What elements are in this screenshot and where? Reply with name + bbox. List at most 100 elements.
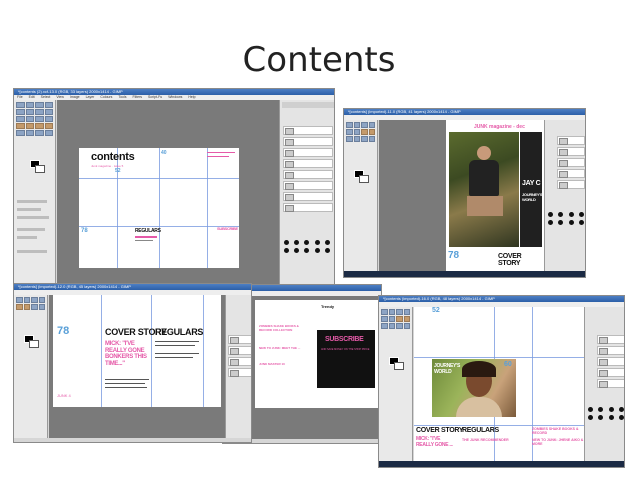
brush-icon[interactable] (588, 407, 593, 412)
brush-icon[interactable] (578, 220, 584, 225)
brush-icon[interactable] (304, 240, 310, 245)
menu-filters[interactable]: Filters (132, 95, 142, 99)
menu-image[interactable]: Image (70, 95, 80, 99)
dock-tabs[interactable] (282, 102, 334, 108)
tool-icon[interactable] (38, 297, 45, 303)
brush-icon[interactable] (598, 407, 604, 412)
tool-icon[interactable] (396, 316, 403, 322)
tool-option-row[interactable] (17, 250, 47, 253)
brush-icon[interactable] (558, 220, 564, 225)
eraser-tool-icon[interactable] (25, 130, 34, 136)
background-color-swatch[interactable] (35, 165, 45, 173)
brush-icon[interactable] (588, 415, 593, 420)
brush-icon[interactable] (578, 212, 584, 217)
brush-icon[interactable] (618, 415, 624, 420)
layer-row[interactable] (228, 368, 251, 377)
tool-icon[interactable] (346, 136, 353, 142)
brush-icon[interactable] (618, 407, 624, 412)
fuzzy-select-tool-icon[interactable] (44, 102, 53, 108)
brush-icon[interactable] (314, 248, 320, 253)
tool-icon[interactable] (388, 323, 395, 329)
ellipse-select-tool-icon[interactable] (25, 102, 34, 108)
layer-row[interactable] (228, 357, 251, 366)
brush-icon[interactable] (324, 248, 330, 253)
crop-tool-icon[interactable] (35, 109, 44, 115)
clone-tool-icon[interactable] (44, 130, 53, 136)
menu-script-fu[interactable]: Script-Fu (148, 95, 162, 99)
flip-tool-icon[interactable] (44, 116, 53, 122)
rotate-tool-icon[interactable] (44, 109, 53, 115)
menu-layer[interactable]: Layer (86, 95, 95, 99)
brush-icon[interactable] (608, 407, 614, 412)
layer-row[interactable] (228, 335, 251, 344)
canvas-area[interactable]: 52 JOURNEY'S WORLD 60 COVER STORY REGULA… (414, 307, 584, 463)
layer-row[interactable] (283, 170, 333, 179)
menu-help[interactable]: Help (188, 95, 195, 99)
layer-row[interactable] (283, 181, 333, 190)
background-color-swatch[interactable] (394, 362, 404, 370)
tool-icon[interactable] (388, 316, 395, 322)
tool-icon[interactable] (38, 304, 45, 310)
brush-icon[interactable] (284, 248, 289, 253)
menu-file[interactable]: File (17, 95, 23, 99)
layer-row[interactable] (283, 159, 333, 168)
tool-icon[interactable] (346, 122, 353, 128)
layer-row[interactable] (228, 346, 251, 355)
menu-tools[interactable]: Tools (118, 95, 126, 99)
tool-icon[interactable] (381, 309, 388, 315)
layer-row[interactable] (557, 169, 585, 178)
tool-icon[interactable] (396, 309, 403, 315)
tool-icon[interactable] (381, 323, 388, 329)
tool-option-row[interactable] (17, 200, 47, 203)
tool-icon[interactable] (31, 304, 38, 310)
menu-select[interactable]: Select (41, 95, 51, 99)
tool-icon[interactable] (403, 309, 410, 315)
contents-left-page-canvas[interactable]: 78 COVER STORY REGULARS MICK: "I'VE REAL… (53, 295, 221, 407)
tool-icon[interactable] (353, 129, 360, 135)
layer-row[interactable] (283, 192, 333, 201)
free-select-tool-icon[interactable] (35, 102, 44, 108)
tool-icon[interactable] (368, 129, 375, 135)
tool-icon[interactable] (403, 316, 410, 322)
tool-icon[interactable] (361, 136, 368, 142)
brush-icon[interactable] (548, 212, 553, 217)
brush-icon[interactable] (284, 240, 289, 245)
canvas-area[interactable]: JUNK magazine - dec JAY C JOURNEY'S WORL… (379, 120, 544, 273)
tool-icon[interactable] (361, 129, 368, 135)
perspective-tool-icon[interactable] (35, 116, 44, 122)
blend-tool-icon[interactable] (35, 123, 44, 129)
brush-icon[interactable] (304, 248, 310, 253)
layer-row[interactable] (283, 203, 333, 212)
canvas-area[interactable]: Trendy ZOMBIES SHAKE BOOKS & RECORD COLL… (251, 296, 381, 439)
tool-icon[interactable] (403, 323, 410, 329)
layer-row[interactable] (557, 158, 585, 167)
brush-icon[interactable] (568, 220, 574, 225)
layer-row[interactable] (283, 148, 333, 157)
layer-row[interactable] (597, 379, 624, 388)
tool-option-row[interactable] (17, 228, 45, 231)
layer-row[interactable] (557, 180, 585, 189)
tool-option-row[interactable] (17, 236, 37, 239)
tool-icon[interactable] (16, 297, 23, 303)
tool-icon[interactable] (368, 136, 375, 142)
background-color-swatch[interactable] (359, 175, 369, 183)
brush-icon[interactable] (294, 248, 300, 253)
move-tool-icon[interactable] (16, 109, 25, 115)
brush-icon[interactable] (324, 240, 330, 245)
brush-icon[interactable] (568, 212, 574, 217)
scale-tool-icon[interactable] (16, 116, 25, 122)
layer-row[interactable] (597, 357, 624, 366)
layer-row[interactable] (597, 368, 624, 377)
canvas-area[interactable]: contents Junk magazine · issue 5 40 52 7… (57, 100, 279, 290)
tool-icon[interactable] (381, 316, 388, 322)
pencil-tool-icon[interactable] (44, 123, 53, 129)
layer-row[interactable] (557, 136, 585, 145)
tool-icon[interactable] (16, 304, 23, 310)
tool-icon[interactable] (361, 122, 368, 128)
menu-edit[interactable]: Edit (29, 95, 35, 99)
align-tool-icon[interactable] (25, 109, 34, 115)
tool-icon[interactable] (353, 136, 360, 142)
brush-icon[interactable] (548, 220, 553, 225)
layer-row[interactable] (597, 346, 624, 355)
tool-icon[interactable] (31, 297, 38, 303)
